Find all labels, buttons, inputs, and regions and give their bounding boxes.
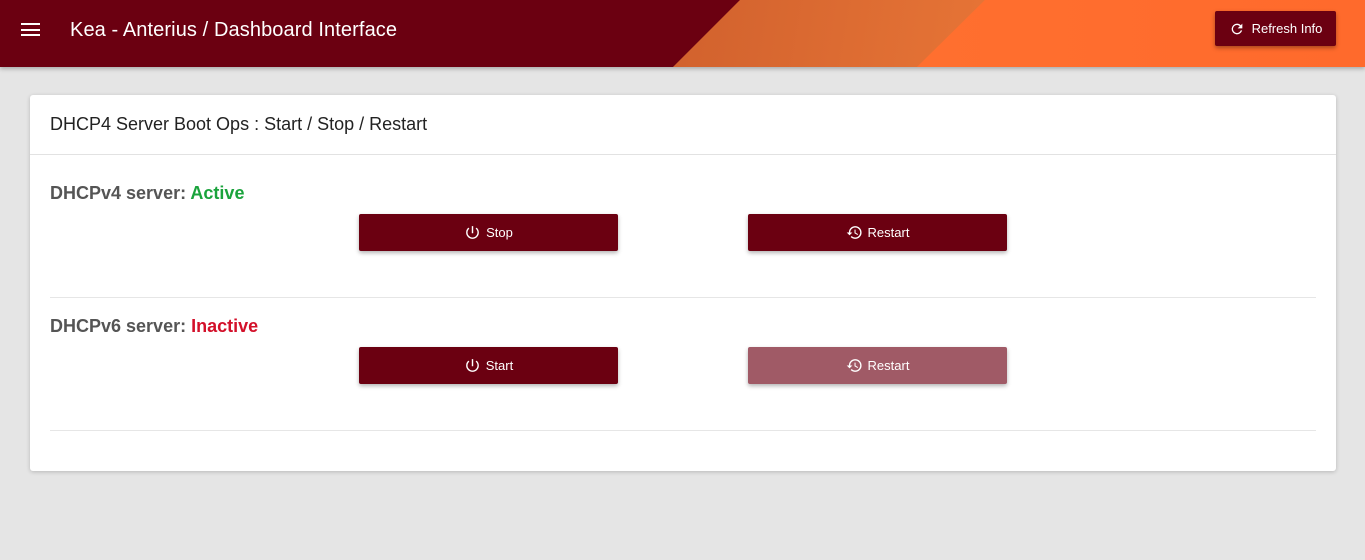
page-title: Kea - Anterius / Dashboard Interface <box>70 19 398 41</box>
dhcpv4-stop-button[interactable]: Stop <box>359 214 618 251</box>
hamburger-menu-icon[interactable] <box>21 23 41 39</box>
power-icon <box>464 357 481 374</box>
dhcpv6-server-section: DHCPv6 server: Inactive Start Restart <box>50 316 1316 431</box>
dhcpv4-server-label: DHCPv4 server: Active <box>50 183 244 204</box>
status-badge: Inactive <box>191 316 259 336</box>
boot-ops-card: DHCP4 Server Boot Ops : Start / Stop / R… <box>30 95 1336 471</box>
stop-label: Stop <box>486 225 513 240</box>
dhcpv6-restart-button[interactable]: Restart <box>748 347 1007 384</box>
dhcpv4-restart-button[interactable]: Restart <box>748 214 1007 251</box>
dhcpv4-server-section: DHCPv4 server: Active Stop Restart <box>50 183 1316 298</box>
dhcpv6-server-label: DHCPv6 server: Inactive <box>50 316 258 337</box>
refresh-info-label: Refresh Info <box>1251 21 1323 36</box>
server-name: DHCPv6 server: <box>50 316 187 336</box>
restore-icon <box>846 357 863 374</box>
status-badge: Active <box>190 183 245 203</box>
top-app-bar: Kea - Anterius / Dashboard Interface Ref… <box>0 0 1365 67</box>
restart-label: Restart <box>867 358 910 373</box>
card-title: DHCP4 Server Boot Ops : Start / Stop / R… <box>30 95 1336 155</box>
restart-label: Restart <box>867 225 910 240</box>
server-name: DHCPv4 server: <box>50 183 187 203</box>
start-label: Start <box>485 358 514 373</box>
dhcpv6-start-button[interactable]: Start <box>359 347 618 384</box>
refresh-icon <box>1229 21 1245 37</box>
power-icon <box>464 224 481 241</box>
refresh-info-button[interactable]: Refresh Info <box>1215 11 1336 46</box>
restore-icon <box>846 224 863 241</box>
